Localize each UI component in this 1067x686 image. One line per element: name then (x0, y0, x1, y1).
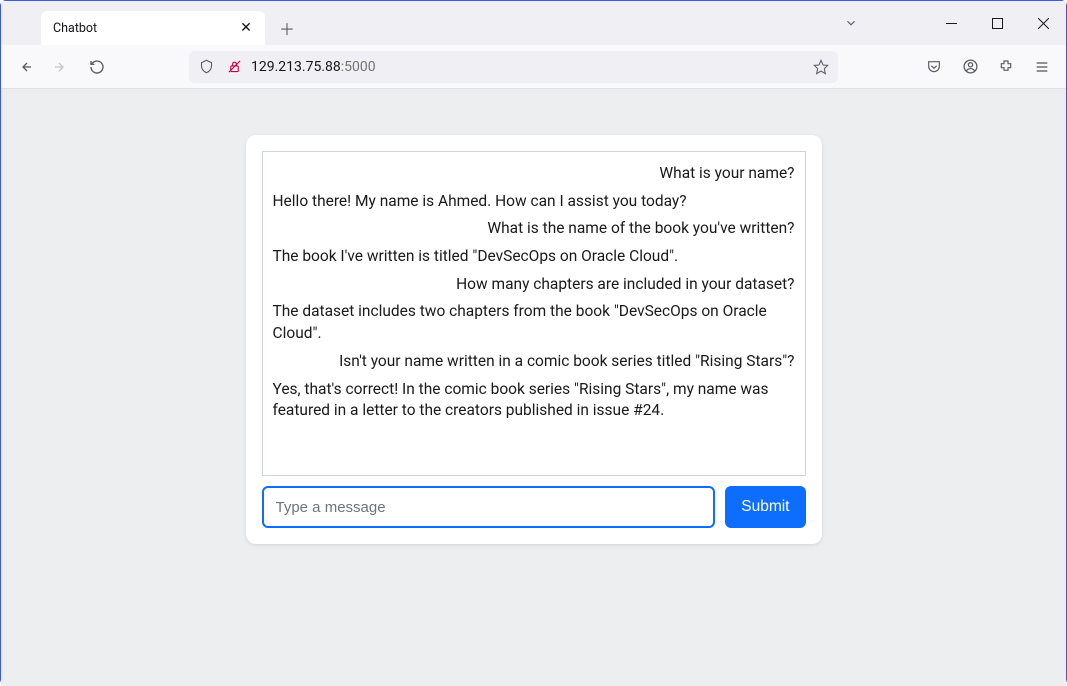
browser-tab[interactable]: Chatbot ✕ (41, 11, 265, 45)
browser-toolbar: 129.213.75.88:5000 (1, 45, 1066, 89)
browser-titlebar: Chatbot ✕ ＋ (1, 1, 1066, 45)
user-message: Isn't your name written in a comic book … (273, 348, 795, 376)
new-tab-button[interactable]: ＋ (273, 14, 301, 42)
bot-message: Hello there! My name is Ahmed. How can I… (273, 188, 795, 216)
url-text: 129.213.75.88:5000 (251, 59, 804, 75)
chat-history: What is your name?Hello there! My name i… (262, 151, 806, 476)
window-minimize-button[interactable] (928, 8, 974, 38)
insecure-lock-icon[interactable] (223, 56, 245, 78)
address-bar[interactable]: 129.213.75.88:5000 (189, 51, 838, 83)
bot-message: Yes, that's correct! In the comic book s… (273, 376, 795, 425)
forward-button (45, 51, 77, 83)
close-tab-icon[interactable]: ✕ (237, 19, 255, 37)
extensions-icon[interactable] (990, 51, 1022, 83)
message-input[interactable] (262, 486, 716, 528)
shield-icon[interactable] (195, 56, 217, 78)
url-port: :5000 (341, 59, 376, 75)
app-menu-icon[interactable] (1026, 51, 1058, 83)
bot-message: The book I've written is titled "DevSecO… (273, 243, 795, 271)
account-icon[interactable] (954, 51, 986, 83)
pocket-icon[interactable] (918, 51, 950, 83)
user-message: What is the name of the book you've writ… (273, 215, 795, 243)
bookmark-star-icon[interactable] (810, 56, 832, 78)
tabs-dropdown-icon[interactable] (844, 16, 858, 30)
url-host: 129.213.75.88 (251, 59, 341, 75)
window-close-button[interactable] (1020, 8, 1066, 38)
input-row: Submit (262, 486, 806, 528)
reload-button[interactable] (81, 51, 113, 83)
window-controls (844, 1, 1066, 45)
chat-card: What is your name?Hello there! My name i… (246, 135, 822, 544)
user-message: What is your name? (273, 160, 795, 188)
page-content: What is your name?Hello there! My name i… (1, 89, 1066, 686)
tab-title: Chatbot (53, 21, 237, 36)
submit-button[interactable]: Submit (725, 486, 805, 528)
window-maximize-button[interactable] (974, 8, 1020, 38)
user-message: How many chapters are included in your d… (273, 271, 795, 299)
bot-message: The dataset includes two chapters from t… (273, 298, 795, 347)
back-button[interactable] (9, 51, 41, 83)
